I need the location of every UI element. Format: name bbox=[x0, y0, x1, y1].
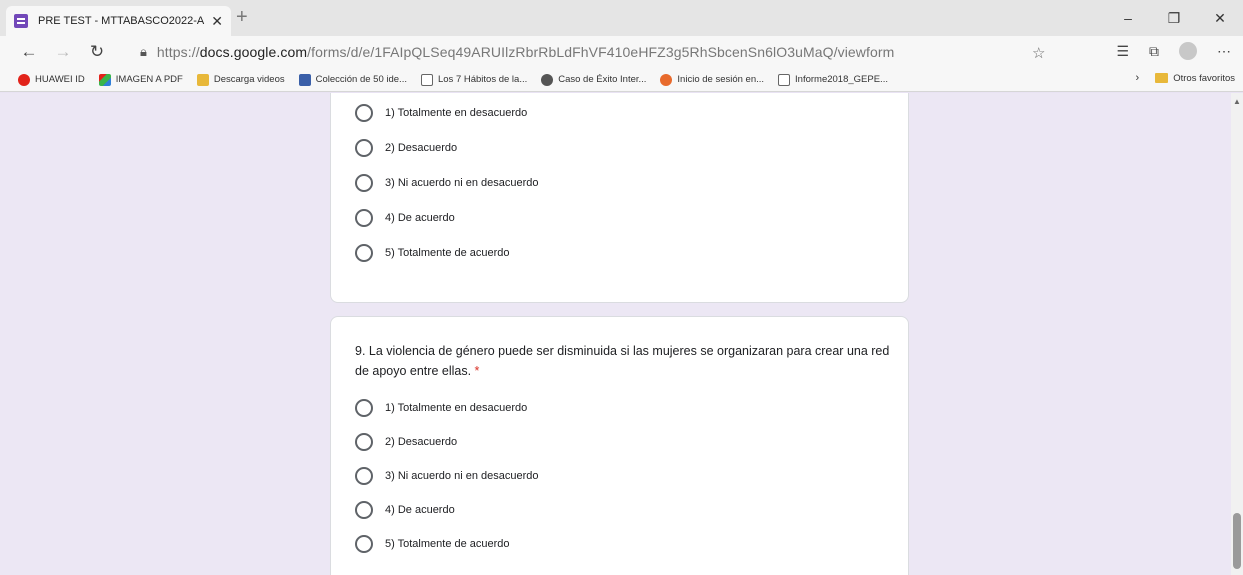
option-label: 4) De acuerdo bbox=[385, 504, 455, 516]
bookmark-label: Inicio de sesión en... bbox=[677, 74, 765, 85]
radio-option[interactable]: 4) De acuerdo bbox=[355, 209, 455, 227]
more-menu-icon[interactable]: ⋯ bbox=[1217, 43, 1231, 60]
bookmark-item[interactable]: Los 7 Hábitos de la... bbox=[420, 73, 528, 86]
chevron-right-icon[interactable]: › bbox=[1136, 72, 1140, 84]
option-label: 5) Totalmente de acuerdo bbox=[385, 538, 510, 550]
other-favorites-button[interactable]: Otros favoritos bbox=[1173, 73, 1235, 84]
bookmark-item[interactable]: Informe2018_GEPE... bbox=[778, 73, 888, 86]
radio-option[interactable]: 1) Totalmente en desacuerdo bbox=[355, 399, 527, 417]
tab-title: PRE TEST - MTTABASCO2022-A bbox=[38, 15, 205, 27]
profile-avatar[interactable] bbox=[1179, 42, 1197, 60]
radio-button[interactable] bbox=[355, 535, 373, 553]
option-label: 2) Desacuerdo bbox=[385, 436, 458, 448]
option-label: 3) Ni acuerdo ni en desacuerdo bbox=[385, 470, 539, 482]
question-card-9: 9. La violencia de género puede ser dism… bbox=[330, 316, 909, 575]
radio-button[interactable] bbox=[355, 209, 373, 227]
question-title: 9. La violencia de género puede ser dism… bbox=[355, 341, 895, 381]
bookmark-item[interactable]: IMAGEN A PDF bbox=[98, 73, 183, 86]
option-label: 1) Totalmente en desacuerdo bbox=[385, 402, 528, 414]
google-forms-icon bbox=[14, 14, 28, 28]
lock-icon: 🔒︎ bbox=[140, 44, 147, 59]
radio-option[interactable]: 1) Totalmente en desacuerdo bbox=[355, 104, 527, 122]
radio-option[interactable]: 5) Totalmente de acuerdo bbox=[355, 244, 510, 262]
bookmark-label: Descarga videos bbox=[213, 74, 285, 85]
radio-option[interactable]: 3) Ni acuerdo ni en desacuerdo bbox=[355, 174, 538, 192]
close-tab-icon[interactable]: ✕ bbox=[211, 13, 223, 30]
bookmark-item[interactable]: HUAWEI ID bbox=[18, 73, 85, 86]
favorite-star-icon[interactable]: ☆ bbox=[1032, 44, 1045, 62]
link-icon bbox=[660, 73, 673, 86]
ie-icon bbox=[298, 73, 311, 86]
bookmarks-bar: HUAWEI ID IMAGEN A PDF Descarga videos C… bbox=[0, 68, 1243, 92]
bookmark-label: Informe2018_GEPE... bbox=[795, 74, 888, 85]
option-label: 2) Desacuerdo bbox=[385, 142, 458, 154]
radio-option[interactable]: 3) Ni acuerdo ni en desacuerdo bbox=[355, 467, 538, 485]
page-icon bbox=[420, 73, 433, 86]
question-text: 9. La violencia de género puede ser dism… bbox=[355, 344, 890, 378]
window-controls: – ❐ ✕ bbox=[1105, 0, 1243, 36]
option-label: 1) Totalmente en desacuerdo bbox=[385, 107, 528, 119]
vertical-scrollbar[interactable]: ▲ bbox=[1231, 93, 1243, 575]
bookmark-label: Los 7 Hábitos de la... bbox=[437, 74, 528, 85]
bookmark-item[interactable]: Caso de Éxito Inter... bbox=[541, 73, 647, 86]
close-window-button[interactable]: ✕ bbox=[1197, 0, 1243, 36]
browser-tab[interactable]: PRE TEST - MTTABASCO2022-A ✕ bbox=[6, 6, 231, 36]
favorites-list-icon[interactable]: ☰ bbox=[1116, 43, 1129, 60]
bookmark-label: HUAWEI ID bbox=[35, 74, 85, 85]
address-bar-row: ← → ↻ 🔒︎ https://docs.google.com/forms/d… bbox=[0, 36, 1243, 68]
required-mark: * bbox=[474, 364, 480, 378]
radio-option[interactable]: 4) De acuerdo bbox=[355, 501, 455, 519]
back-arrow-icon[interactable]: ← bbox=[12, 42, 46, 62]
scroll-up-arrow-icon[interactable]: ▲ bbox=[1233, 97, 1241, 106]
option-label: 3) Ni acuerdo ni en desacuerdo bbox=[385, 177, 539, 189]
radio-button[interactable] bbox=[355, 433, 373, 451]
globe-icon bbox=[541, 73, 554, 86]
restore-button[interactable]: ❐ bbox=[1151, 0, 1197, 36]
refresh-icon[interactable]: ↻ bbox=[80, 42, 114, 62]
bookmark-item[interactable]: Descarga videos bbox=[196, 73, 285, 86]
bookmark-label: IMAGEN A PDF bbox=[115, 74, 183, 85]
radio-option[interactable]: 2) Desacuerdo bbox=[355, 433, 457, 451]
new-tab-button[interactable]: + bbox=[236, 6, 248, 29]
radio-button[interactable] bbox=[355, 467, 373, 485]
minimize-button[interactable]: – bbox=[1105, 0, 1151, 36]
image-pdf-icon bbox=[98, 73, 111, 86]
bookmark-label: Caso de Éxito Inter... bbox=[558, 74, 647, 85]
radio-option[interactable]: 2) Desacuerdo bbox=[355, 139, 457, 157]
browser-tab-bar: PRE TEST - MTTABASCO2022-A ✕ + – ❐ ✕ bbox=[0, 0, 1243, 36]
collections-icon[interactable]: ⧉ bbox=[1149, 43, 1159, 60]
radio-button[interactable] bbox=[355, 139, 373, 157]
folder-icon bbox=[196, 73, 209, 86]
question-card-8: 1) Totalmente en desacuerdo 2) Desacuerd… bbox=[330, 93, 909, 303]
page-icon bbox=[778, 73, 791, 86]
option-label: 4) De acuerdo bbox=[385, 212, 455, 224]
form-content: 1) Totalmente en desacuerdo 2) Desacuerd… bbox=[0, 93, 1231, 575]
huawei-icon bbox=[18, 73, 30, 86]
radio-button[interactable] bbox=[355, 174, 373, 192]
url-field[interactable]: 🔒︎ https://docs.google.com/forms/d/e/1FA… bbox=[140, 40, 1060, 64]
radio-button[interactable] bbox=[355, 501, 373, 519]
bookmark-item[interactable]: Colección de 50 ide... bbox=[298, 73, 407, 86]
bookmark-label: Colección de 50 ide... bbox=[315, 74, 407, 85]
bookmark-item[interactable]: Inicio de sesión en... bbox=[660, 73, 765, 86]
url-text: https://docs.google.com/forms/d/e/1FAIpQ… bbox=[156, 44, 895, 60]
option-label: 5) Totalmente de acuerdo bbox=[385, 247, 510, 259]
radio-option[interactable]: 5) Totalmente de acuerdo bbox=[355, 535, 510, 553]
radio-button[interactable] bbox=[355, 399, 373, 417]
folder-icon bbox=[1155, 73, 1169, 83]
forward-arrow-icon[interactable]: → bbox=[46, 42, 80, 62]
radio-button[interactable] bbox=[355, 244, 373, 262]
radio-button[interactable] bbox=[355, 104, 373, 122]
scrollbar-thumb[interactable] bbox=[1233, 513, 1241, 569]
